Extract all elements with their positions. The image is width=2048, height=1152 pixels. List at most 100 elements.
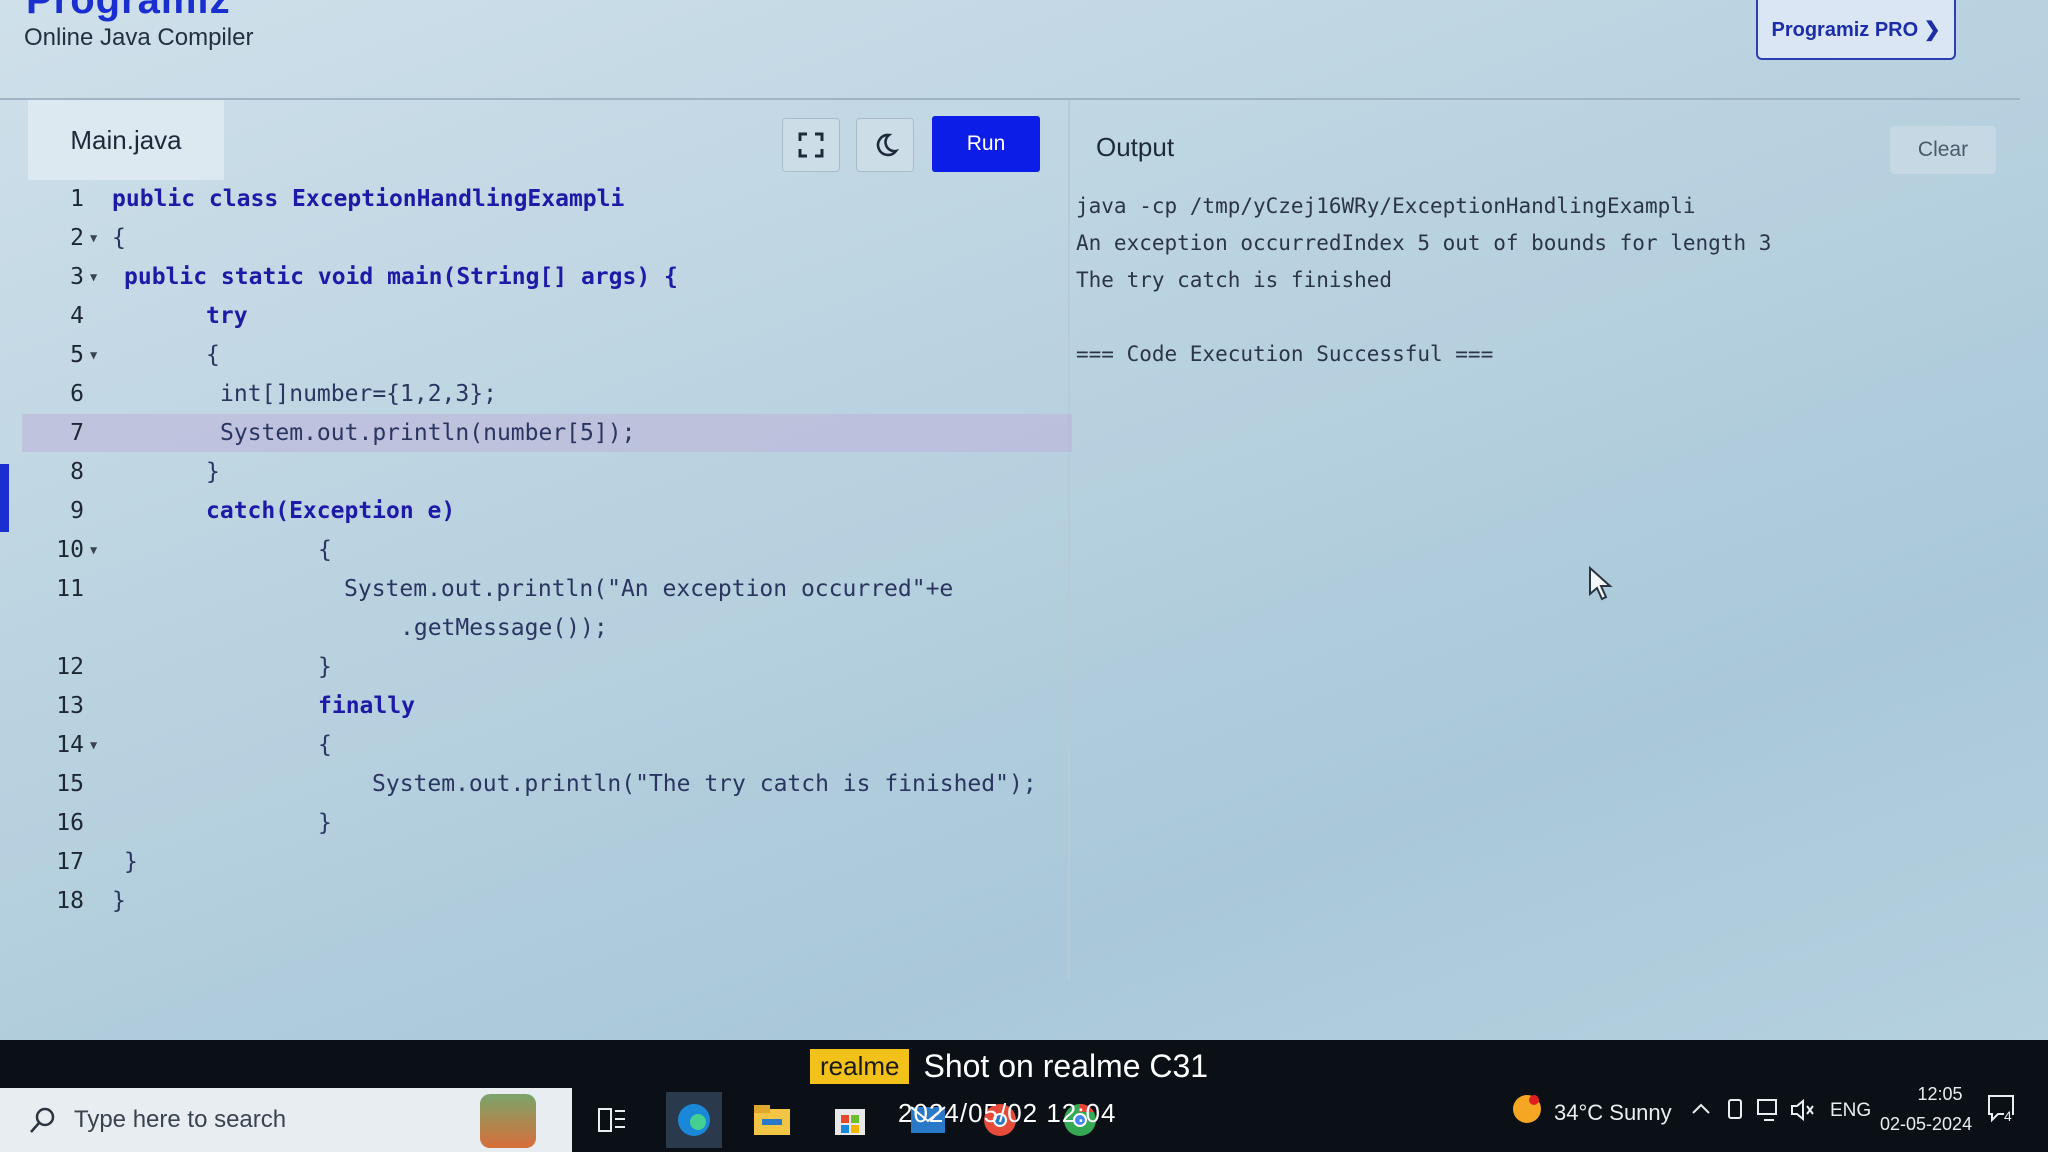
line-number: 15 (56, 771, 84, 797)
chevron-up-icon[interactable] (1690, 1098, 1712, 1126)
site-subtitle: Online Java Compiler (24, 24, 254, 51)
output-title: Output (1096, 132, 1175, 162)
fullscreen-icon (798, 132, 824, 158)
line-number: 3 (70, 264, 84, 290)
code-text: .getMessage()); (400, 615, 608, 641)
line-number: 8 (70, 459, 84, 485)
line-number: 4 (70, 303, 84, 329)
output-line: The try catch is finished (1076, 268, 1393, 292)
code-line-13[interactable]: 13 finally (0, 687, 1068, 725)
code-line-5[interactable]: 5 ▼ { (0, 336, 1068, 374)
fold-arrow-icon[interactable]: ▼ (90, 348, 97, 362)
clear-button[interactable]: Clear (1890, 126, 1996, 174)
fold-arrow-icon[interactable]: ▼ (90, 270, 97, 284)
watermark-text: Shot on realme C31 (923, 1048, 1209, 1084)
code-line-16[interactable]: 16 } (0, 804, 1068, 842)
code-text: } (124, 849, 138, 875)
moon-icon (876, 133, 899, 157)
search-icon (30, 1107, 55, 1133)
fullscreen-button[interactable] (782, 118, 840, 172)
line-number: 2 (70, 225, 84, 251)
code-line-6[interactable]: 6 int[]number={1,2,3}; (0, 375, 1068, 413)
code-text: } (112, 888, 126, 914)
edge-icon[interactable] (666, 1092, 722, 1148)
line-number: 11 (56, 576, 84, 602)
line-number: 12 (56, 654, 84, 680)
logo[interactable]: Programiz (26, 0, 231, 23)
file-explorer-icon[interactable] (744, 1092, 800, 1148)
output-line: java -cp /tmp/yCzej16WRy/ExceptionHandli… (1076, 194, 1696, 218)
header: Programiz Online Java Compiler Programiz… (0, 0, 2020, 98)
watermark-brand: realme (810, 1049, 910, 1084)
code-text: } (318, 810, 332, 836)
weather-icon[interactable] (1510, 1092, 1544, 1132)
code-text: { (112, 225, 126, 251)
run-button[interactable]: Run (932, 116, 1040, 172)
language-indicator[interactable]: ENG (1830, 1100, 1871, 1122)
meet-now-icon[interactable] (1724, 1098, 1746, 1128)
search-placeholder: Type here to search (74, 1106, 287, 1133)
line-number: 7 (70, 420, 84, 446)
code-line-3[interactable]: 3 ▼ public static void main(String[] arg… (0, 258, 1068, 296)
fold-arrow-icon[interactable]: ▼ (90, 738, 97, 752)
store-icon[interactable] (822, 1092, 878, 1148)
line-number: 14 (56, 732, 84, 758)
output-line: An exception occurredIndex 5 out of boun… (1076, 231, 1772, 255)
notifications-icon[interactable]: 4 (1986, 1092, 2018, 1132)
code-text: try (206, 303, 248, 329)
tab-main-java[interactable]: Main.java (28, 100, 224, 180)
task-view-icon[interactable] (584, 1092, 640, 1148)
code-line-8[interactable]: 8 } (0, 453, 1068, 491)
line-number: 5 (70, 342, 84, 368)
code-text: { (318, 537, 332, 563)
code-line-17[interactable]: 17 } (0, 843, 1068, 881)
taskbar-search[interactable]: Type here to search (0, 1088, 572, 1152)
code-text: finally (318, 693, 415, 719)
code-line-2[interactable]: 2 ▼ { (0, 219, 1068, 257)
code-line-9[interactable]: 9 catch(Exception e) (0, 492, 1068, 530)
fold-arrow-icon[interactable]: ▼ (90, 543, 97, 557)
code-line-7-active[interactable]: 7 System.out.println(number[5]); (22, 414, 1072, 452)
theme-toggle-button[interactable] (856, 118, 914, 172)
code-line-18[interactable]: 18 } (0, 882, 1068, 920)
volume-muted-icon[interactable] (1790, 1098, 1816, 1128)
code-text: public class ExceptionHandlingExampli (112, 186, 625, 212)
code-line-10[interactable]: 10 ▼ { (0, 531, 1068, 569)
pane-divider[interactable] (1068, 100, 1070, 980)
line-number: 13 (56, 693, 84, 719)
code-text: public static void main(String[] args) { (124, 264, 678, 290)
code-text: catch(Exception e) (206, 498, 456, 524)
code-line-14[interactable]: 14 ▼ { (0, 726, 1068, 764)
code-text: System.out.println("The try catch is fin… (372, 771, 1037, 797)
code-line-11-wrap[interactable]: .getMessage()); (0, 609, 1068, 647)
line-number: 16 (56, 810, 84, 836)
line-number: 18 (56, 888, 84, 914)
clock-date[interactable]: 02-05-2024 (1880, 1114, 1972, 1135)
search-highlight-icon[interactable] (480, 1094, 536, 1148)
output-console[interactable]: java -cp /tmp/yCzej16WRy/ExceptionHandli… (1076, 188, 1771, 373)
code-text: } (318, 654, 332, 680)
programiz-pro-button[interactable]: Programiz PRO ❯ (1756, 0, 1956, 60)
code-line-12[interactable]: 12 } (0, 648, 1068, 686)
line-number: 17 (56, 849, 84, 875)
code-line-4[interactable]: 4 try (0, 297, 1068, 335)
code-editor[interactable]: 1 public class ExceptionHandlingExampli … (0, 180, 1072, 940)
weather-text[interactable]: 34°C Sunny (1554, 1100, 1672, 1126)
line-number: 6 (70, 381, 84, 407)
code-line-11[interactable]: 11 System.out.println("An exception occu… (0, 570, 1068, 608)
line-number: 1 (70, 186, 84, 212)
camera-watermark: realme Shot on realme C31 (810, 1048, 1208, 1085)
code-text: { (318, 732, 332, 758)
code-text: } (206, 459, 220, 485)
code-line-1[interactable]: 1 public class ExceptionHandlingExampli (0, 180, 1068, 218)
clock-time[interactable]: 12:05 (1900, 1084, 1980, 1105)
network-icon[interactable] (1756, 1098, 1782, 1128)
code-text: System.out.println(number[5]); (220, 420, 636, 446)
code-line-15[interactable]: 15 System.out.println("The try catch is … (0, 765, 1068, 803)
code-text: int[]number={1,2,3}; (220, 381, 497, 407)
editor-toolbar: Main.java Run Output Clear (0, 98, 2020, 182)
watermark-datetime: 2024/05/02 12:04 (898, 1098, 1117, 1128)
code-text: System.out.println("An exception occurre… (344, 576, 954, 602)
fold-arrow-icon[interactable]: ▼ (90, 231, 97, 245)
